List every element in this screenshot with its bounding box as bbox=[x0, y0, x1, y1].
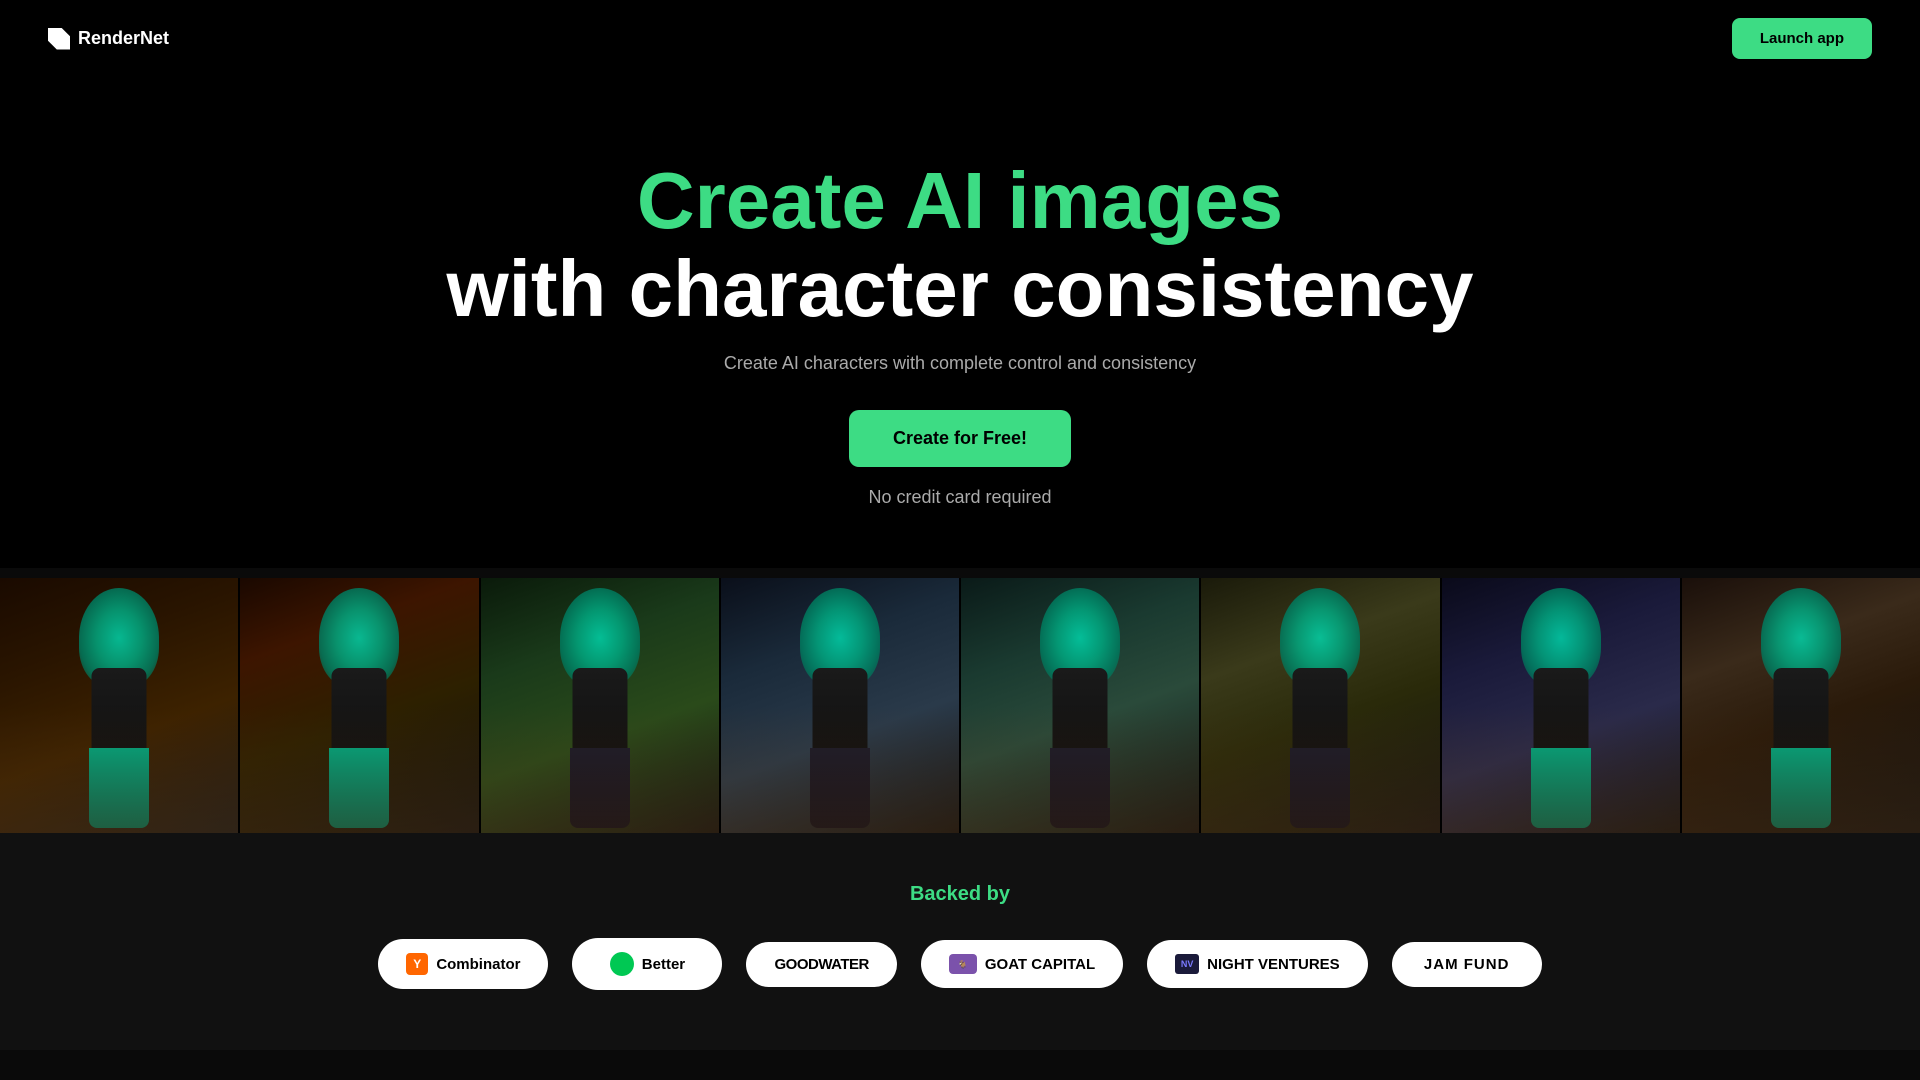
partner-nightventures: NV NIGHT VENTURES bbox=[1147, 940, 1368, 988]
create-free-button[interactable]: Create for Free! bbox=[849, 410, 1071, 467]
nv-icon: NV bbox=[1175, 954, 1199, 974]
launch-app-button[interactable]: Launch app bbox=[1732, 18, 1872, 59]
strip-image-2 bbox=[240, 578, 480, 833]
nightventures-label: NIGHT VENTURES bbox=[1207, 956, 1340, 973]
strip-image-1 bbox=[0, 578, 240, 833]
hero-headline: Create AI images with character consiste… bbox=[48, 157, 1872, 333]
partner-logos-row: Y Combinator Better GOODWATER 🐐 GOAT CAP… bbox=[48, 938, 1872, 990]
jamfund-label: JAM FUND bbox=[1424, 956, 1510, 973]
image-strip bbox=[0, 578, 1920, 833]
better-icon bbox=[610, 952, 634, 976]
hero-headline-white: with character consistency bbox=[446, 244, 1473, 333]
partner-ycombinator: Y Combinator bbox=[378, 939, 548, 989]
goatcapital-label: GOAT CAPITAL bbox=[985, 956, 1095, 973]
hero-section: Create AI images with character consiste… bbox=[0, 77, 1920, 568]
better-label: Better bbox=[642, 956, 685, 973]
partner-better: Better bbox=[572, 938, 722, 990]
navbar: RenderNet Launch app bbox=[0, 0, 1920, 77]
hero-headline-green: Create AI images bbox=[637, 156, 1283, 245]
strip-image-4 bbox=[721, 578, 961, 833]
partner-jamfund: JAM FUND bbox=[1392, 942, 1542, 987]
hero-subtext: Create AI characters with complete contr… bbox=[48, 353, 1872, 374]
yc-icon: Y bbox=[406, 953, 428, 975]
brand-logo: RenderNet bbox=[48, 28, 169, 50]
partner-goatcapital: 🐐 GOAT CAPITAL bbox=[921, 940, 1123, 988]
strip-image-8 bbox=[1682, 578, 1920, 833]
backed-by-section: Backed by Y Combinator Better GOODWATER … bbox=[0, 833, 1920, 1050]
partner-goodwater: GOODWATER bbox=[746, 942, 896, 987]
yc-label: Combinator bbox=[436, 956, 520, 973]
strip-image-5 bbox=[961, 578, 1201, 833]
strip-image-3 bbox=[481, 578, 721, 833]
backed-by-title: Backed by bbox=[48, 883, 1872, 906]
goat-icon: 🐐 bbox=[949, 954, 977, 974]
strip-image-6 bbox=[1201, 578, 1441, 833]
logo-icon bbox=[48, 28, 70, 50]
brand-name: RenderNet bbox=[78, 28, 169, 49]
no-credit-card-text: No credit card required bbox=[48, 487, 1872, 508]
goodwater-label: GOODWATER bbox=[774, 956, 868, 973]
strip-image-7 bbox=[1442, 578, 1682, 833]
